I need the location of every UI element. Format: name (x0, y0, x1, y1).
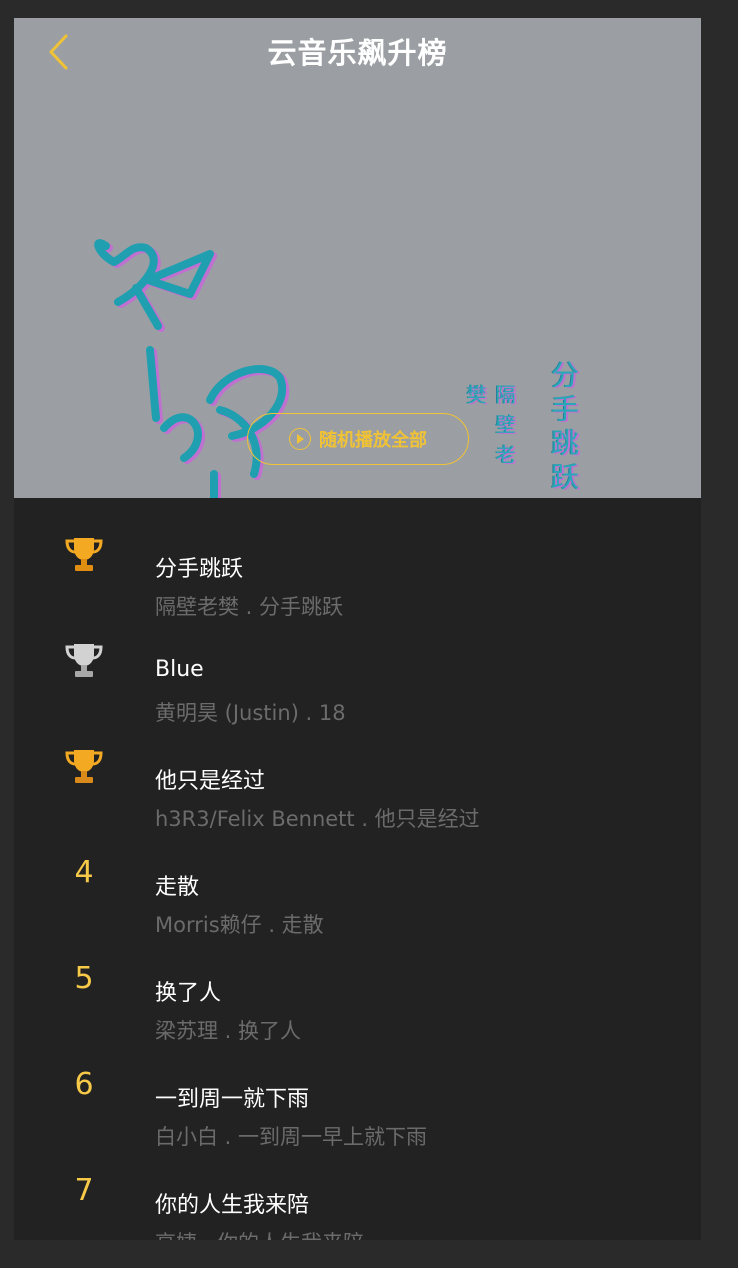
page-title: 云音乐飙升榜 (267, 36, 448, 70)
song-title: Blue (155, 657, 204, 682)
gold-trophy-icon (65, 538, 103, 571)
song-title: 换了人 (155, 981, 222, 1006)
bronze-trophy-icon (65, 750, 103, 783)
song-title: 一到周一就下雨 (155, 1087, 310, 1112)
rank-badge (54, 532, 114, 576)
rank-badge (54, 744, 114, 788)
shuffle-play-all-button[interactable]: 随机播放全部 (247, 413, 469, 465)
cover-banner: 分手跳跃 隔壁老樊 云音乐飙升榜 随机播放全部 (14, 18, 701, 498)
shuffle-play-all-label: 随机播放全部 (319, 430, 427, 451)
rank-number: 6 (74, 1066, 94, 1102)
song-row[interactable]: 7 你的人生我来陪 高姨 . 你的人生我来陪 (14, 1134, 701, 1241)
cover-song-title: 分手跳跃 (547, 360, 580, 496)
cover-artist-name: 隔壁老樊 (463, 384, 516, 474)
song-title: 你的人生我来陪 (155, 1193, 310, 1218)
song-artist-album: 高姨 . 你的人生我来陪 (155, 1227, 364, 1240)
song-title: 他只是经过 (155, 769, 266, 794)
rank-number: 4 (74, 854, 94, 890)
silver-trophy-icon (65, 644, 103, 677)
rank-badge (54, 638, 114, 682)
song-row[interactable]: 6 一到周一就下雨 白小白 . 一到周一早上就下雨 (14, 1028, 701, 1150)
song-row[interactable]: 5 换了人 梁苏理 . 换了人 (14, 922, 701, 1044)
phone-screen: 分手跳跃 隔壁老樊 云音乐飙升榜 随机播放全部 分手跳跃 隔壁老樊 . 分手跳跃… (14, 18, 701, 1240)
song-title: 分手跳跃 (155, 557, 244, 582)
song-title: 走散 (155, 875, 200, 900)
song-row[interactable]: Blue 黄明昊 (Justin) . 18 (14, 604, 701, 725)
rank-number: 5 (74, 960, 94, 996)
song-row[interactable]: 4 走散 Morris赖仔 . 走散 (14, 816, 701, 938)
rank-number: 7 (74, 1172, 94, 1208)
song-row[interactable]: 他只是经过 h3R3/Felix Bennett . 他只是经过 (14, 710, 701, 831)
play-circle-icon (289, 428, 311, 450)
song-row[interactable]: 分手跳跃 隔壁老樊 . 分手跳跃 (14, 498, 701, 619)
